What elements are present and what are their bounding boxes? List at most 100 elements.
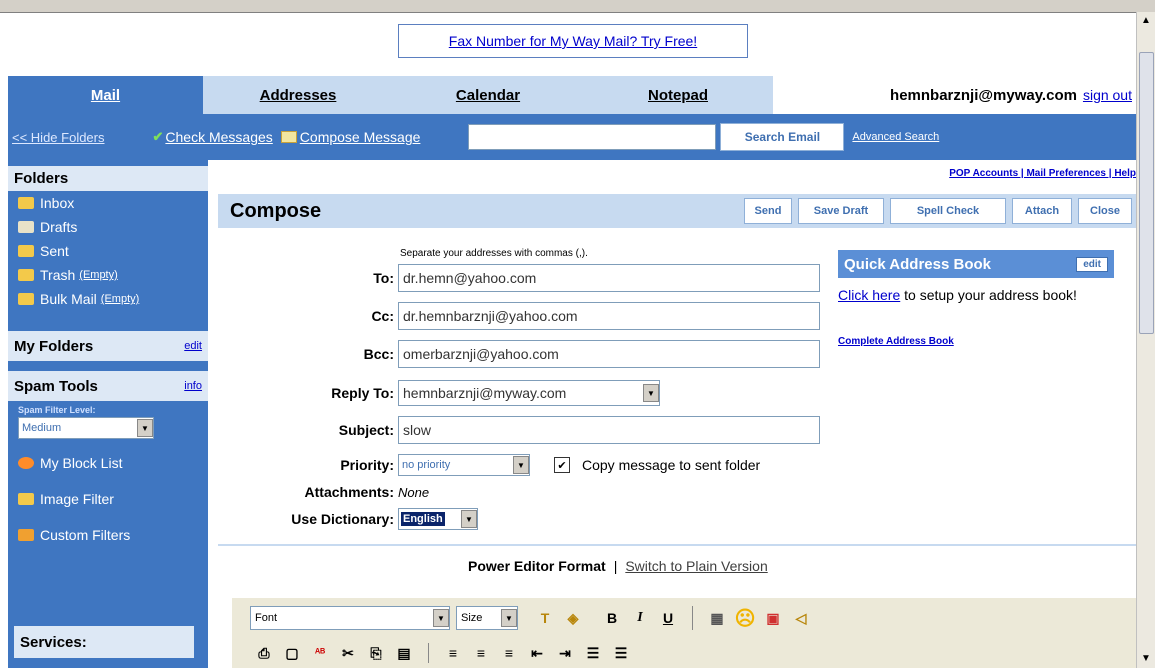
reply-to-label: Reply To: bbox=[331, 385, 394, 401]
compose-toolbar: Compose Send Save Draft Spell Check Atta… bbox=[218, 194, 1136, 228]
save-draft-button[interactable]: Save Draft bbox=[798, 198, 884, 224]
priority-value: no priority bbox=[402, 459, 451, 471]
attachments-value: None bbox=[398, 484, 430, 500]
custom-filters[interactable]: Custom Filters bbox=[8, 523, 208, 547]
folder-inbox-label: Inbox bbox=[40, 195, 75, 211]
attachments-label: Attachments: bbox=[304, 484, 394, 500]
image-filter-label: Image Filter bbox=[40, 491, 114, 507]
smiley-icon[interactable]: ☹ bbox=[734, 607, 756, 630]
editor-format-row: Power Editor Format | Switch to Plain Ve… bbox=[468, 558, 768, 574]
tab-calendar[interactable]: Calendar bbox=[393, 76, 583, 114]
size-select[interactable]: Size ▼ bbox=[456, 606, 518, 630]
emoticon-grid-icon[interactable]: ▦ bbox=[706, 607, 728, 629]
align-left-icon[interactable]: ≡ bbox=[442, 642, 464, 664]
folder-drafts-label: Drafts bbox=[40, 219, 78, 235]
folder-sidebar: Folders Inbox Drafts Sent Trash (Empty) … bbox=[8, 160, 208, 668]
bold-icon[interactable]: B bbox=[601, 607, 623, 629]
font-select[interactable]: Font ▼ bbox=[250, 606, 450, 630]
bullet-list-icon[interactable]: ☰ bbox=[610, 642, 632, 664]
tab-addresses[interactable]: Addresses bbox=[203, 76, 393, 114]
scroll-thumb[interactable] bbox=[1139, 52, 1154, 334]
cut-icon[interactable]: ✂ bbox=[337, 642, 359, 664]
spellcheck-icon[interactable]: ᴬᴮ bbox=[309, 642, 331, 664]
folder-trash-label: Trash bbox=[40, 267, 76, 283]
advanced-search-link[interactable]: Advanced Search bbox=[852, 131, 939, 143]
empty-trash-link[interactable]: (Empty) bbox=[79, 269, 118, 281]
reply-to-select[interactable]: hemnbarznji@myway.com ▼ bbox=[398, 380, 660, 406]
my-block-list-label: My Block List bbox=[40, 455, 123, 471]
qab-header: Quick Address Book edit bbox=[838, 250, 1114, 278]
scroll-down-icon[interactable]: ▼ bbox=[1137, 650, 1155, 668]
my-block-list[interactable]: My Block List bbox=[8, 451, 208, 475]
close-button[interactable]: Close bbox=[1078, 198, 1132, 224]
hide-folders-link[interactable]: << Hide Folders bbox=[12, 130, 105, 145]
folder-bulk-mail-label: Bulk Mail bbox=[40, 291, 97, 307]
align-center-icon[interactable]: ≡ bbox=[470, 642, 492, 664]
chevron-down-icon: ▼ bbox=[643, 384, 659, 402]
underline-icon[interactable]: U bbox=[657, 607, 679, 629]
highlight-icon[interactable]: ◈ bbox=[562, 607, 584, 629]
sign-out-link[interactable]: sign out bbox=[1083, 87, 1132, 103]
numbered-list-icon[interactable]: ☰ bbox=[582, 642, 604, 664]
folder-bulk-mail[interactable]: Bulk Mail (Empty) bbox=[8, 287, 208, 311]
spell-check-button[interactable]: Spell Check bbox=[890, 198, 1006, 224]
spam-tools-info-link[interactable]: info bbox=[184, 380, 202, 392]
check-messages-link[interactable]: Check Messages bbox=[165, 129, 272, 145]
compose-message-link[interactable]: Compose Message bbox=[300, 129, 421, 145]
outdent-icon[interactable]: ⇤ bbox=[526, 642, 548, 664]
to-row: To: dr.hemn@yahoo.com bbox=[218, 264, 820, 292]
dictionary-select[interactable]: English ▼ bbox=[398, 508, 478, 530]
send-button[interactable]: Send bbox=[744, 198, 792, 224]
italic-icon[interactable]: I bbox=[629, 607, 651, 629]
preview-icon[interactable]: ▢ bbox=[281, 642, 303, 664]
sound-icon[interactable]: ◁ bbox=[790, 607, 812, 629]
folder-trash[interactable]: Trash (Empty) bbox=[8, 263, 208, 287]
print-icon[interactable]: ⎙ bbox=[253, 642, 275, 664]
scroll-up-icon[interactable]: ▲ bbox=[1137, 12, 1155, 30]
spam-filter-label: Spam Filter Level: bbox=[18, 405, 96, 415]
bcc-label: Bcc: bbox=[363, 346, 394, 362]
mail-page: Fax Number for My Way Mail? Try Free! Ma… bbox=[8, 12, 1136, 668]
folder-sent[interactable]: Sent bbox=[8, 239, 208, 263]
insert-image-icon[interactable]: ▣ bbox=[762, 607, 784, 629]
folder-drafts[interactable]: Drafts bbox=[8, 215, 208, 239]
bulk-mail-icon bbox=[18, 293, 34, 305]
spam-filter-select[interactable]: Medium ▼ bbox=[18, 417, 154, 439]
qab-setup-text: to setup your address book! bbox=[904, 287, 1077, 303]
dictionary-value: English bbox=[401, 512, 445, 526]
empty-bulk-link[interactable]: (Empty) bbox=[101, 293, 140, 305]
tab-mail[interactable]: Mail bbox=[8, 76, 203, 114]
paste-icon[interactable]: ▤ bbox=[393, 642, 415, 664]
to-field[interactable]: dr.hemn@yahoo.com bbox=[398, 264, 820, 292]
text-color-icon[interactable]: T bbox=[534, 607, 556, 629]
qab-setup-link[interactable]: Click here bbox=[838, 287, 900, 303]
ad-link[interactable]: Fax Number for My Way Mail? Try Free! bbox=[449, 33, 697, 49]
block-list-icon bbox=[18, 457, 34, 469]
my-folders-title: My Folders bbox=[14, 337, 94, 355]
complete-address-book-link[interactable]: Complete Address Book bbox=[838, 336, 1114, 347]
cc-field[interactable]: dr.hemnbarznji@yahoo.com bbox=[398, 302, 820, 330]
indent-icon[interactable]: ⇥ bbox=[554, 642, 576, 664]
ad-banner[interactable]: Fax Number for My Way Mail? Try Free! bbox=[398, 24, 748, 58]
image-filter[interactable]: Image Filter bbox=[8, 487, 208, 511]
qab-edit-button[interactable]: edit bbox=[1076, 256, 1108, 272]
mail-toolbar: << Hide Folders ✔ Check Messages Compose… bbox=[8, 114, 1136, 160]
bcc-field[interactable]: omerbarznji@yahoo.com bbox=[398, 340, 820, 368]
priority-select[interactable]: no priority ▼ bbox=[398, 454, 530, 476]
switch-plain-link[interactable]: Switch to Plain Version bbox=[625, 558, 767, 574]
search-input[interactable] bbox=[468, 124, 717, 150]
attach-button[interactable]: Attach bbox=[1012, 198, 1072, 224]
copy-to-sent-checkbox[interactable]: ✔ bbox=[554, 457, 570, 473]
search-email-button[interactable]: Search Email bbox=[720, 123, 845, 151]
tab-notepad[interactable]: Notepad bbox=[583, 76, 773, 114]
divider bbox=[218, 544, 1136, 546]
align-right-icon[interactable]: ≡ bbox=[498, 642, 520, 664]
my-folders-edit-link[interactable]: edit bbox=[184, 340, 202, 352]
copy-icon[interactable]: ⎘ bbox=[365, 642, 387, 664]
subject-field[interactable]: slow bbox=[398, 416, 820, 444]
toolbar-divider bbox=[428, 643, 429, 663]
top-links[interactable]: POP Accounts | Mail Preferences | Help bbox=[949, 168, 1136, 179]
vertical-scrollbar[interactable]: ▲ ▼ bbox=[1136, 12, 1155, 668]
qab-title: Quick Address Book bbox=[844, 255, 991, 273]
folder-inbox[interactable]: Inbox bbox=[8, 191, 208, 215]
